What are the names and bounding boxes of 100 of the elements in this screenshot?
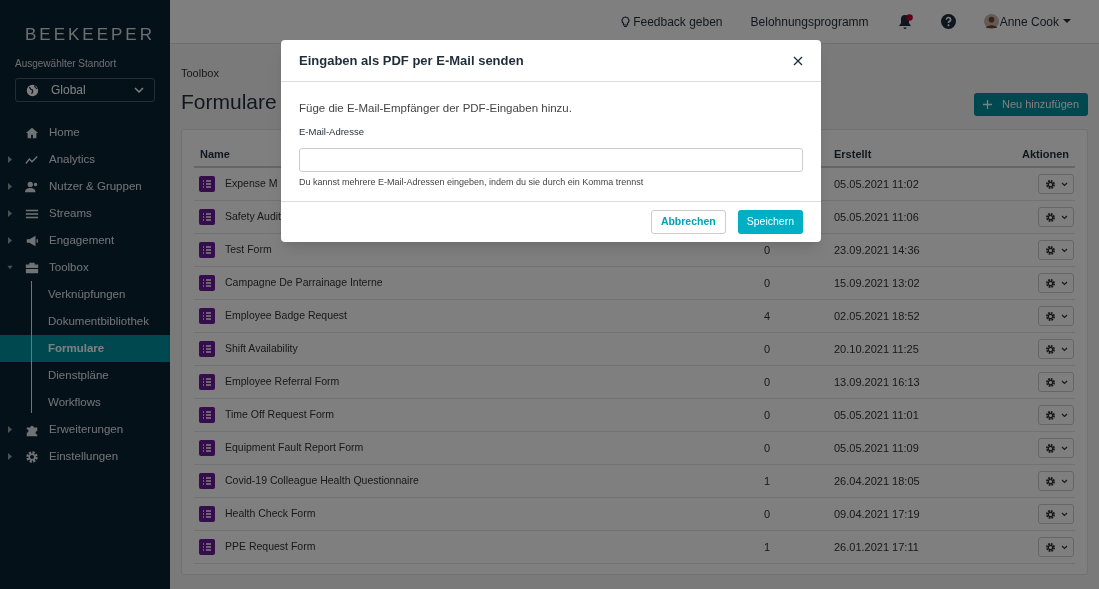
nav-subitem[interactable]: Dienstpläne — [0, 362, 170, 389]
table-cell-text: 26.04.2021 18:05 — [834, 473, 921, 489]
form-icon — [199, 341, 215, 357]
nav-item[interactable]: Engagement — [0, 227, 170, 254]
chevron-down-icon — [1060, 247, 1068, 253]
save-button[interactable]: Speichern — [737, 210, 803, 234]
megaphone-icon — [25, 233, 39, 248]
field-hint: Du kannst mehrere E-Mail-Adressen eingeben, indem du sie durch ein Komma trennst — [299, 175, 645, 189]
users-icon — [25, 179, 39, 194]
chevron-down-icon — [134, 86, 144, 94]
rewards-link[interactable]: Belohnungsprogramm — [750, 12, 869, 31]
actions-button[interactable] — [1038, 273, 1074, 293]
settings-icon — [1044, 409, 1056, 421]
settings-icon — [1044, 508, 1056, 520]
form-name[interactable]: Time Off Request Form — [225, 407, 335, 423]
column-header: Erstellt — [834, 147, 872, 160]
nav-subitem[interactable]: Formulare — [0, 335, 170, 362]
table-cell: 0 — [764, 276, 771, 289]
table-cell: 0 — [764, 342, 771, 355]
chevron-down-icon — [1060, 478, 1068, 484]
actions-button[interactable] — [1038, 372, 1074, 392]
table-cell-text: 23.09.2021 14:36 — [834, 242, 921, 258]
settings-icon — [1044, 178, 1056, 190]
nav-item[interactable]: Analytics — [0, 146, 170, 173]
form-icon — [199, 176, 215, 192]
help-icon[interactable] — [940, 14, 956, 29]
location-select[interactable]: Global — [15, 78, 155, 102]
form-icon — [199, 407, 215, 423]
close-icon[interactable] — [793, 55, 803, 66]
nav-item[interactable]: Erweiterungen — [0, 416, 170, 443]
settings-icon — [1044, 442, 1056, 454]
dialog-title: Eingaben als PDF per E-Mail senden — [299, 51, 524, 70]
chevron-down-icon — [1060, 544, 1068, 550]
form-name[interactable]: Shift Availability — [225, 341, 298, 357]
table-cell-text: 05.05.2021 11:01 — [834, 407, 920, 423]
actions-button[interactable] — [1038, 306, 1074, 326]
location-label: Ausgewählter Standort — [14, 57, 118, 71]
actions-button[interactable] — [1038, 240, 1074, 260]
nav-item[interactable]: Toolbox — [0, 254, 170, 281]
nav-item[interactable]: Einstellungen — [0, 443, 170, 470]
table-cell-text: 05.05.2021 11:09 — [834, 440, 920, 456]
actions-button[interactable] — [1038, 471, 1074, 491]
nav-subitem[interactable]: Workflows — [0, 389, 170, 416]
actions-button[interactable] — [1038, 438, 1074, 458]
settings-icon — [1044, 310, 1056, 322]
table-cell: 0 — [764, 375, 771, 388]
form-icon — [199, 209, 215, 225]
cancel-button[interactable]: Abbrechen — [650, 210, 726, 234]
form-name[interactable]: Employee Referral Form — [225, 374, 340, 390]
user-menu[interactable]: Anne Cook — [983, 12, 1071, 31]
settings-icon — [1044, 475, 1056, 487]
notification-bell-icon[interactable] — [896, 13, 913, 30]
new-button[interactable]: Neu hinzufügen — [973, 92, 1088, 116]
table-cell-text: 15.09.2021 13:02 — [834, 275, 921, 291]
chevron-down-icon — [1060, 181, 1068, 187]
form-name[interactable]: Employee Badge Request — [225, 308, 347, 324]
table-cell-text: 05.05.2021 11:02 — [834, 176, 920, 192]
form-name[interactable]: Equipment Fault Report Form — [225, 440, 364, 456]
form-name[interactable]: Safety Audit — [225, 209, 282, 225]
form-name[interactable]: Expense M — [225, 176, 278, 192]
form-icon — [199, 308, 215, 324]
table-cell-text: 13.09.2021 16:13 — [834, 374, 921, 390]
settings-icon — [1044, 277, 1056, 289]
actions-button[interactable] — [1038, 537, 1074, 557]
table-cell: 0 — [764, 408, 771, 421]
table-cell-text: 20.10.2021 11:25 — [834, 341, 920, 357]
caret-icon — [1063, 19, 1071, 24]
nav-item[interactable]: Nutzer & Gruppen — [0, 173, 170, 200]
form-name[interactable]: Health Check Form — [225, 506, 316, 522]
toolbox-icon — [25, 260, 39, 275]
breadcrumb: Toolbox — [181, 66, 220, 79]
nav-item[interactable]: Streams — [0, 200, 170, 227]
nav-item[interactable]: Home — [0, 119, 170, 146]
table-cell: 1 — [764, 474, 771, 487]
settings-icon — [1044, 376, 1056, 388]
chevron-down-icon — [1060, 511, 1068, 517]
table-cell-text: 02.05.2021 18:52 — [834, 308, 921, 324]
field-label: E-Mail-Adresse — [299, 125, 365, 140]
actions-button[interactable] — [1038, 405, 1074, 425]
actions-button[interactable] — [1038, 339, 1074, 359]
form-name[interactable]: Covid-19 Colleague Health Questionnaire — [225, 473, 419, 489]
email-input-field[interactable] — [299, 147, 803, 172]
nav-subitem[interactable]: Dokumentbibliothek — [0, 308, 170, 335]
settings-icon — [1044, 211, 1056, 223]
form-icon — [199, 374, 215, 390]
form-icon — [199, 473, 215, 489]
chevron-down-icon — [1060, 214, 1068, 220]
form-name[interactable]: Campagne De Parrainage Interne — [225, 275, 383, 291]
actions-button[interactable] — [1038, 174, 1074, 194]
nav-subitem[interactable]: Verknüpfungen — [0, 281, 170, 308]
form-icon — [199, 275, 215, 291]
actions-button[interactable] — [1038, 504, 1074, 524]
feedback-link[interactable]: Feedback geben — [621, 12, 723, 31]
table-cell: 0 — [764, 507, 771, 520]
form-name[interactable]: Test Form — [225, 242, 272, 258]
chevron-down-icon — [1060, 379, 1068, 385]
actions-button[interactable] — [1038, 207, 1074, 227]
form-name[interactable]: PPE Request Form — [225, 539, 316, 555]
settings-icon — [1044, 541, 1056, 553]
home-icon — [25, 125, 39, 140]
